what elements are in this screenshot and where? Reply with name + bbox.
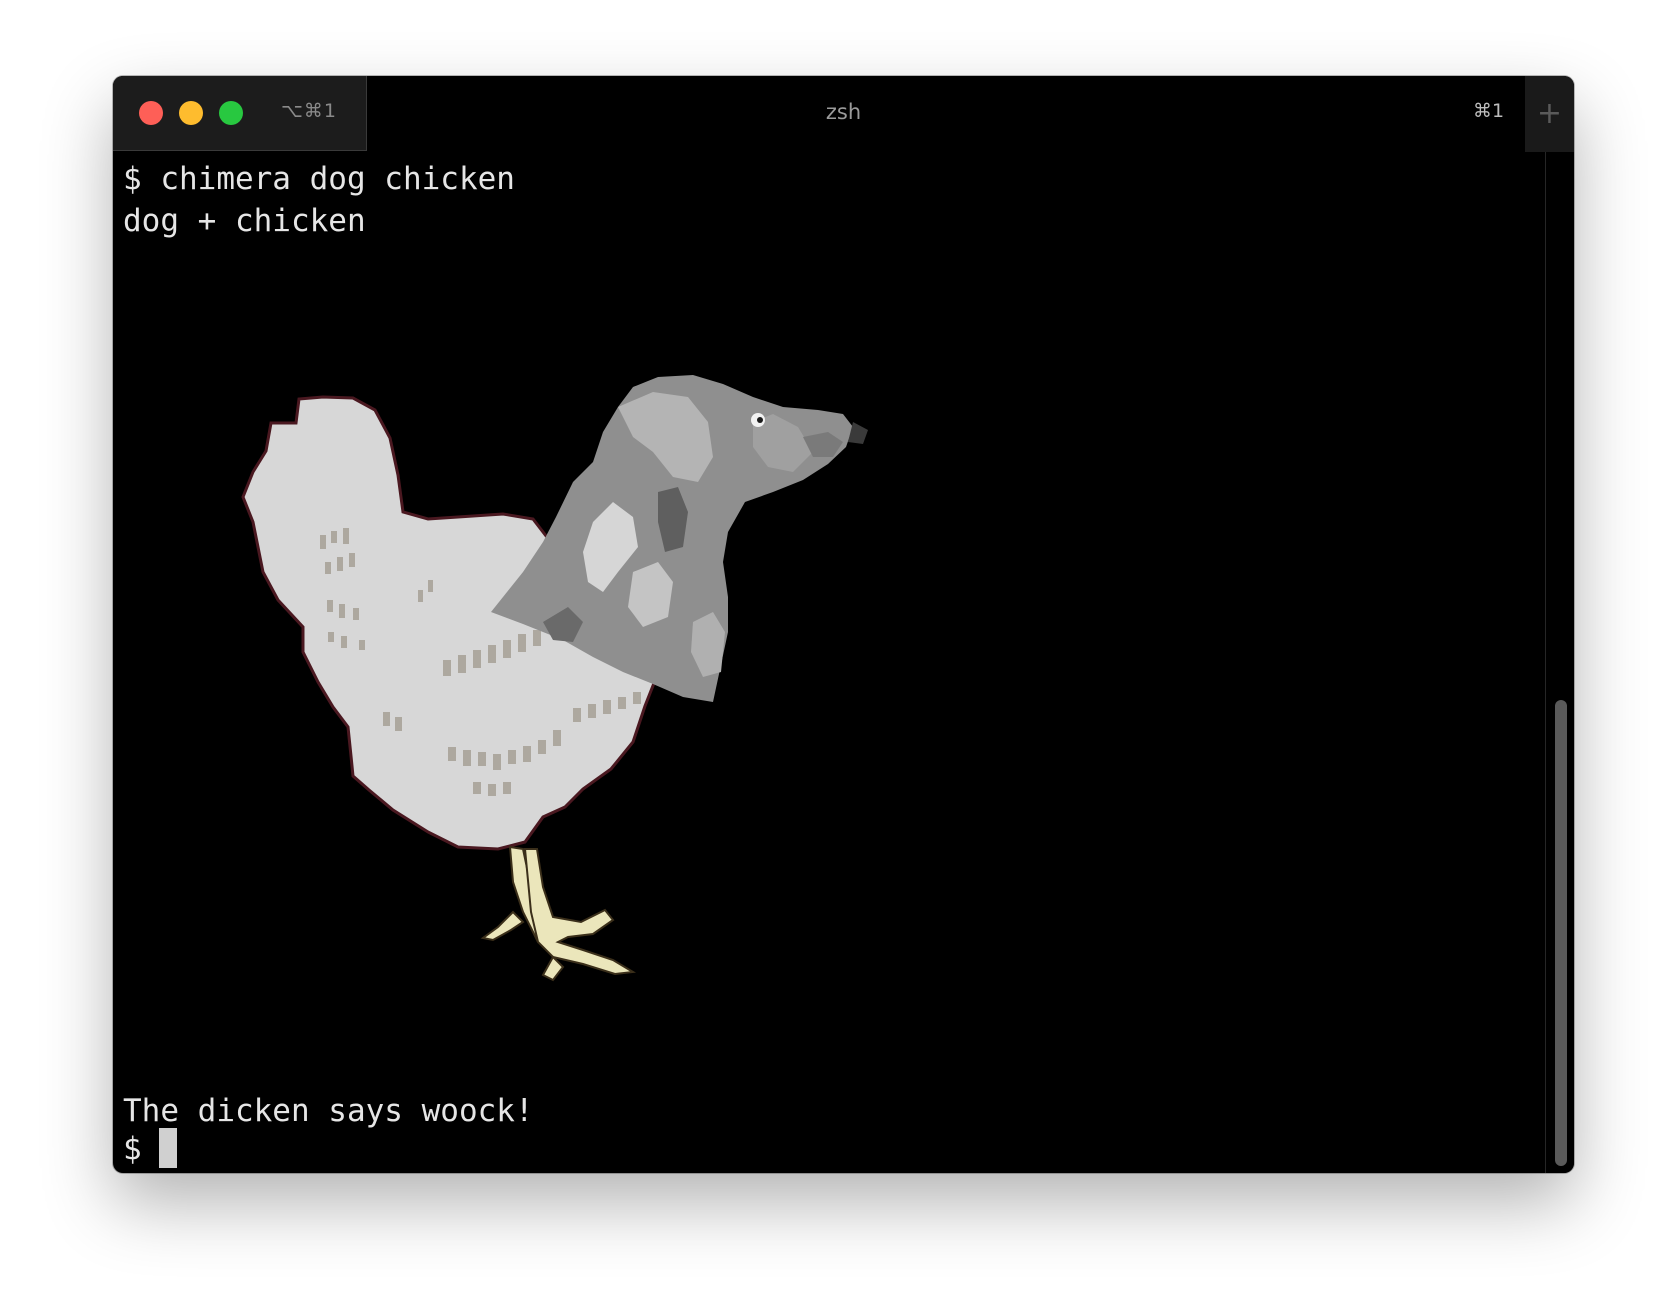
title-bar: ⌥⌘1 zsh ⌘1 + — [113, 76, 1574, 152]
scrollbar-track[interactable] — [1545, 152, 1574, 1173]
tab-shortcut-indicator: ⌘1 — [1473, 100, 1505, 122]
chicken-legs — [480, 845, 637, 982]
prompt-line[interactable]: $ — [123, 1128, 160, 1170]
terminal-window: ⌥⌘1 zsh ⌘1 + $ chimera dog chicken dog +… — [113, 76, 1574, 1173]
plus-icon: + — [1536, 96, 1563, 131]
terminal-output-area[interactable]: $ chimera dog chicken dog + chicken The … — [113, 152, 1545, 1173]
chimera-image — [241, 375, 868, 982]
text-cursor — [159, 1128, 177, 1168]
scrollbar-thumb[interactable] — [1555, 700, 1567, 1166]
output-caption-line: The dicken says woock! — [123, 1093, 534, 1129]
new-tab-button[interactable]: + — [1525, 76, 1574, 152]
window-title: zsh — [825, 100, 862, 124]
